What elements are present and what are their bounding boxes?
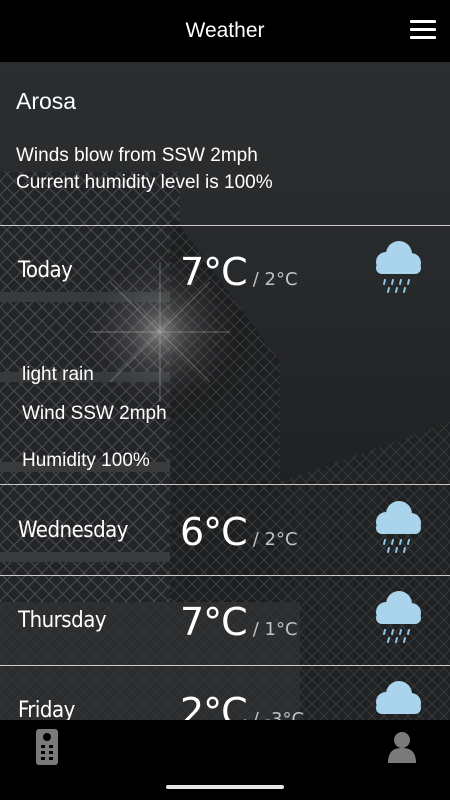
day-label-today: Today xyxy=(18,258,73,283)
app-bar: Weather xyxy=(0,0,450,62)
thursday-temperature: 7°C / 1°C xyxy=(180,600,298,644)
divider xyxy=(0,575,450,576)
day-label-wednesday: Wednesday xyxy=(18,518,128,543)
hamburger-menu-icon[interactable] xyxy=(410,20,436,40)
rain-cloud-icon xyxy=(376,241,421,293)
wednesday-temperature: 6°C / 2°C xyxy=(180,510,298,554)
day-label-thursday: Thursday xyxy=(18,608,107,633)
page-title: Weather xyxy=(185,19,265,42)
user-icon[interactable] xyxy=(388,731,416,763)
today-condition: light rain xyxy=(22,364,94,385)
low-temp: / 1°C xyxy=(252,619,298,640)
divider xyxy=(0,665,450,666)
today-wind: Wind SSW 2mph xyxy=(22,403,167,424)
divider xyxy=(0,484,450,485)
remote-control-icon[interactable] xyxy=(36,729,58,765)
current-wind-text: Winds blow from SSW 2mph xyxy=(16,145,258,166)
high-temp: 7°C xyxy=(180,600,248,644)
high-temp: 7°C xyxy=(180,250,248,294)
rain-cloud-icon xyxy=(376,591,421,643)
location-name: Arosa xyxy=(16,88,77,114)
current-humidity-text: Current humidity level is 100% xyxy=(16,172,273,193)
home-indicator xyxy=(166,785,284,789)
low-temp: / 2°C xyxy=(252,529,298,550)
rain-cloud-icon xyxy=(376,501,421,553)
low-temp: / 2°C xyxy=(252,269,298,290)
today-humidity: Humidity 100% xyxy=(22,450,150,471)
today-temperature: 7°C / 2°C xyxy=(180,250,298,294)
high-temp: 6°C xyxy=(180,510,248,554)
divider xyxy=(0,225,450,226)
